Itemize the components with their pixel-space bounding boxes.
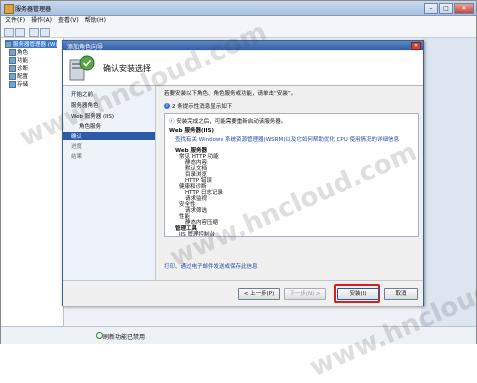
back-icon[interactable]: [4, 28, 14, 37]
print-email-save-link[interactable]: 打印、通过电子邮件发送或保存此信息: [164, 262, 258, 270]
close-window-button[interactable]: ✕: [454, 3, 474, 14]
install-button[interactable]: 安装(I): [337, 288, 379, 300]
wizard-steps: 开始之前 服务器角色 Web 服务器 (IIS) 角色服务 确认 进度 结果: [63, 86, 156, 280]
status-text: 刷新功能已禁用: [103, 334, 146, 341]
menu-view[interactable]: 查看(V): [58, 16, 79, 26]
info-icon: i: [164, 103, 170, 109]
menu-file[interactable]: 文件(F): [5, 16, 25, 26]
wizard-close-icon[interactable]: ✕: [411, 42, 421, 50]
info-messages: i 2 条提示性消息显示如下: [164, 102, 232, 110]
step-confirmation[interactable]: 确认: [63, 132, 155, 140]
menu-action[interactable]: 操作(A): [31, 16, 52, 26]
menu-help[interactable]: 帮助(H): [85, 16, 106, 26]
cancel-button[interactable]: 取消: [384, 288, 418, 300]
step-results: 结果: [71, 154, 83, 160]
tree-item-server-manager[interactable]: 服务器管理器 (W): [5, 40, 58, 48]
step-before-you-begin[interactable]: 开始之前: [71, 90, 93, 98]
tree-item-features[interactable]: 功能: [9, 56, 28, 64]
properties-icon[interactable]: [40, 28, 50, 37]
step-progress: 进度: [71, 144, 83, 150]
step-role-services[interactable]: 角色服务: [79, 122, 101, 130]
configuration-icon: [9, 72, 16, 80]
features-icon: [9, 56, 16, 64]
toolbar: [1, 26, 476, 38]
storage-icon: [9, 80, 16, 88]
roles-icon: [9, 48, 16, 56]
forward-icon[interactable]: [15, 28, 25, 37]
maximize-button[interactable]: □: [439, 3, 453, 14]
wizard-title-bar: 添加角色向导 ✕: [63, 41, 423, 51]
diagnostics-icon: [9, 64, 16, 72]
wizard-footer: < 上一步(P) 下一步(N) > 安装(I) 取消: [63, 280, 423, 306]
intro-text: 若要安装以下角色、角色服务或功能，请单击“安装”。: [164, 91, 297, 97]
server-manager-icon: [4, 4, 14, 14]
tree-item-storage[interactable]: 存储: [9, 80, 28, 88]
tree-item-configuration[interactable]: 配置: [9, 72, 28, 80]
window-title: 服务器管理器: [15, 6, 52, 13]
menu-bar: 文件(F) 操作(A) 查看(V) 帮助(H): [1, 16, 476, 26]
next-button: 下一步(N) >: [284, 288, 326, 300]
server-roles-icon: [69, 55, 95, 81]
detail-line: Web 服务器(IIS): [169, 128, 215, 134]
up-icon[interactable]: [29, 28, 39, 37]
detail-line: ⓘ 安装完成之后，可能需要重新启动该服务器。: [169, 119, 287, 125]
refresh-icon: [96, 332, 103, 339]
step-web-server-iis[interactable]: Web 服务器 (IIS): [71, 112, 114, 120]
add-roles-wizard: 添加角色向导 ✕ 确认安装选择 开始之前 服务器角色 Web 服务器 (IIS)…: [62, 40, 424, 306]
server-icon: [5, 40, 12, 48]
status-bar: 刷新功能已禁用: [1, 326, 476, 344]
tree-item-diagnostics[interactable]: 诊断: [9, 64, 28, 72]
title-bar: 服务器管理器 – □ ✕: [1, 1, 476, 16]
actions-pane: [421, 38, 476, 326]
step-server-roles[interactable]: 服务器角色: [71, 101, 99, 109]
tree-item-roles[interactable]: 角色: [9, 48, 28, 56]
previous-button[interactable]: < 上一步(P): [238, 288, 280, 300]
minimize-button[interactable]: –: [424, 3, 438, 14]
wizard-heading: 确认安装选择: [103, 64, 151, 73]
detail-line: IIS 管理控制台: [179, 232, 215, 237]
confirmation-details[interactable]: ⓘ 安装完成之后，可能需要重新启动该服务器。 Web 服务器(IIS) 查找有关 W…: [164, 113, 419, 237]
detail-line[interactable]: 查找有关 Windows 系统资源管理器(WSRM)以及它如何帮助优化 CPU …: [175, 135, 399, 143]
wizard-content: 若要安装以下角色、角色服务或功能，请单击“安装”。 i 2 条提示性消息显示如下…: [156, 86, 423, 280]
info-message-count: 2 条提示性消息显示如下: [172, 104, 233, 110]
wizard-title: 添加角色向导: [67, 44, 104, 51]
wizard-header: 确认安装选择: [63, 51, 423, 86]
navigation-tree: 服务器管理器 (W) 角色 功能 诊断 配置 存储: [1, 38, 64, 326]
window-controls: – □ ✕: [424, 3, 474, 14]
